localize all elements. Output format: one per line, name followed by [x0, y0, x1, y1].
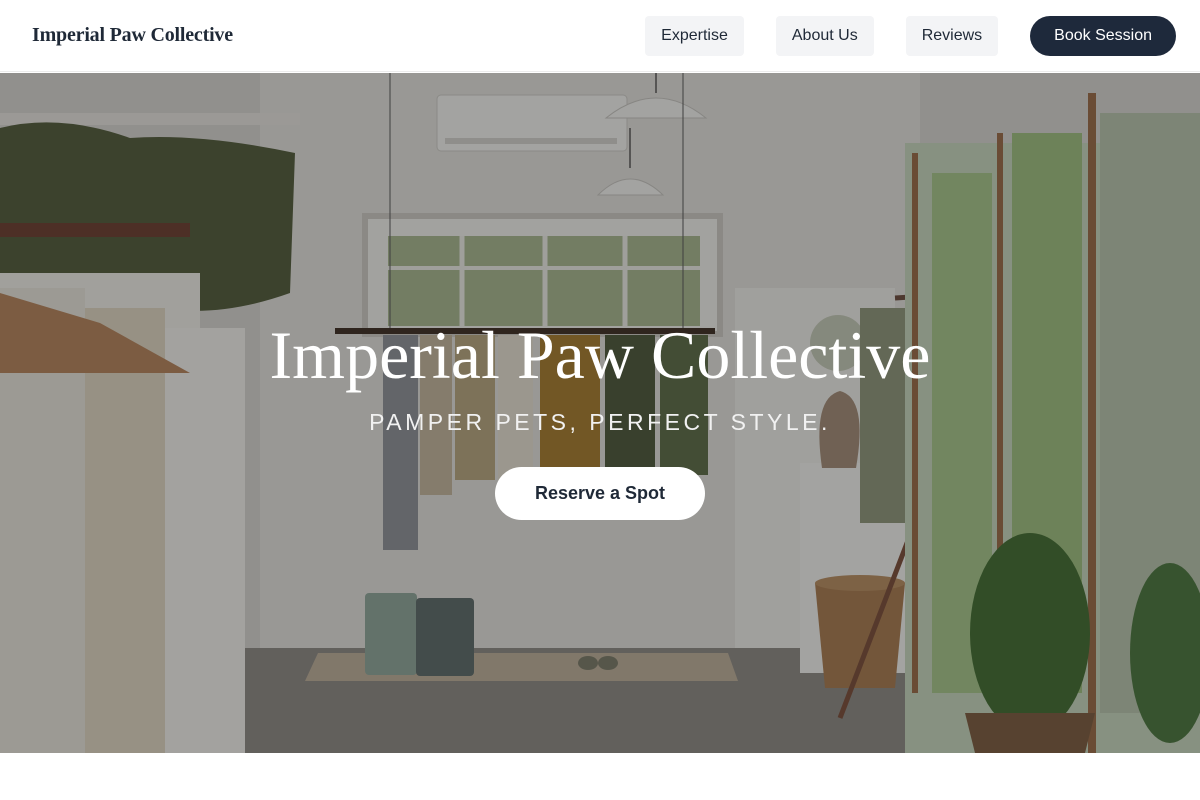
nav-reviews[interactable]: Reviews	[905, 15, 999, 56]
main-nav: Expertise About Us Reviews Book Session	[645, 15, 1176, 56]
hero-title: Imperial Paw Collective	[269, 317, 931, 393]
site-header: Imperial Paw Collective Expertise About …	[0, 0, 1200, 72]
hero-tagline: PAMPER PETS, PERFECT STYLE.	[369, 409, 831, 435]
brand-logo[interactable]: Imperial Paw Collective	[32, 24, 233, 47]
book-session-button[interactable]: Book Session	[1030, 15, 1176, 56]
reserve-spot-button[interactable]: Reserve a Spot	[494, 467, 706, 520]
hero-section: Imperial Paw Collective PAMPER PETS, PER…	[0, 73, 1200, 753]
hero-content: Imperial Paw Collective PAMPER PETS, PER…	[0, 313, 1200, 520]
nav-expertise[interactable]: Expertise	[645, 15, 744, 56]
nav-about-us[interactable]: About Us	[775, 15, 874, 56]
page-below-hero	[0, 753, 1200, 800]
